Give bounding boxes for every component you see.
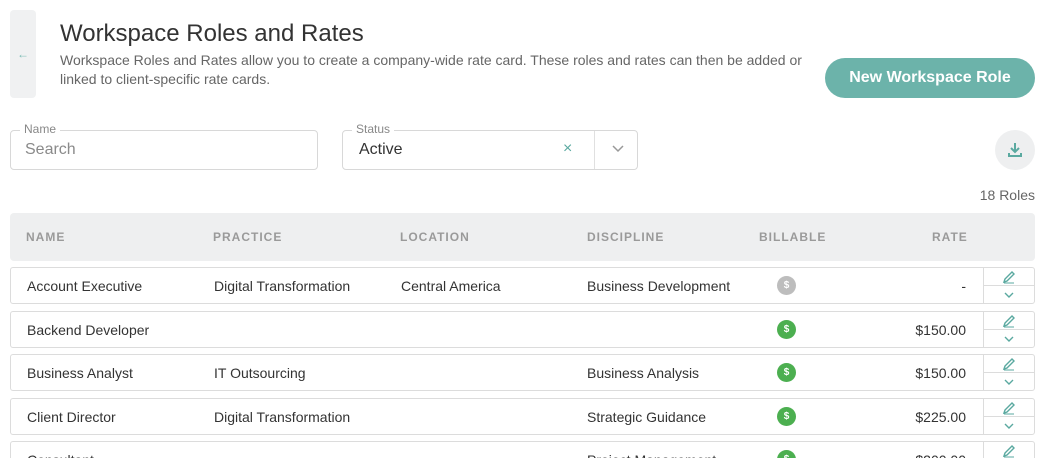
role-practice: IT Outsourcing bbox=[214, 365, 306, 381]
role-practice: Digital Transformation bbox=[214, 278, 351, 294]
chevron-down-icon[interactable] bbox=[1003, 376, 1015, 388]
page-title: Workspace Roles and Rates bbox=[60, 20, 364, 47]
row-actions bbox=[983, 312, 1035, 347]
status-selected-value: Active bbox=[359, 141, 403, 158]
column-header-location[interactable]: LOCATION bbox=[400, 230, 470, 244]
name-filter: Name bbox=[10, 122, 318, 170]
row-actions bbox=[983, 355, 1035, 390]
role-rate: $200.00 bbox=[915, 452, 966, 458]
chevron-down-icon[interactable] bbox=[1003, 289, 1015, 301]
pencil-icon[interactable] bbox=[1002, 357, 1016, 371]
column-header-billable[interactable]: BILLABLE bbox=[759, 230, 826, 244]
back-button[interactable]: ← bbox=[10, 10, 36, 98]
pencil-icon[interactable] bbox=[1002, 270, 1016, 284]
actions-divider bbox=[984, 285, 1035, 286]
download-icon bbox=[1008, 143, 1022, 157]
row-actions bbox=[983, 268, 1035, 303]
role-rate: $225.00 bbox=[915, 409, 966, 425]
actions-divider bbox=[984, 416, 1035, 417]
pencil-icon[interactable] bbox=[1002, 314, 1016, 328]
billable-icon: $ bbox=[777, 407, 796, 426]
role-discipline: Business Analysis bbox=[587, 365, 700, 381]
status-filter[interactable]: Status Active × bbox=[342, 122, 638, 170]
row-actions bbox=[983, 442, 1035, 458]
column-header-discipline[interactable]: DISCIPLINE bbox=[587, 230, 664, 244]
actions-divider bbox=[984, 329, 1035, 330]
role-count: 18 Roles bbox=[979, 187, 1035, 203]
role-name: Backend Developer bbox=[27, 322, 150, 338]
table-row[interactable]: Client Director Digital Transformation Str… bbox=[10, 398, 1035, 435]
table-row[interactable]: Backend Developer $ $150.00 bbox=[10, 311, 1035, 348]
table-row[interactable]: Business Analyst IT Outsourcing Business A… bbox=[10, 354, 1035, 391]
role-rate: - bbox=[961, 278, 966, 294]
role-location: Central America bbox=[401, 278, 501, 294]
role-rate: $150.00 bbox=[915, 322, 966, 338]
role-name: Business Analyst bbox=[27, 365, 133, 381]
actions-divider bbox=[984, 372, 1035, 373]
table-header: NAME PRACTICE LOCATION DISCIPLINE BILLAB… bbox=[10, 213, 1035, 261]
download-button[interactable] bbox=[995, 130, 1035, 170]
status-divider bbox=[594, 131, 595, 169]
role-discipline: Business Development bbox=[587, 278, 731, 294]
clear-icon[interactable]: × bbox=[563, 140, 572, 158]
table-row[interactable]: Consultant Project Management $ $200.00 bbox=[10, 441, 1035, 458]
table-row[interactable]: Account Executive Digital Transformation C… bbox=[10, 267, 1035, 304]
chevron-down-icon[interactable] bbox=[611, 141, 625, 155]
arrow-left-icon: ← bbox=[17, 47, 29, 61]
role-rate: $150.00 bbox=[915, 365, 966, 381]
role-discipline: Strategic Guidance bbox=[587, 409, 707, 425]
status-filter-label: Status bbox=[352, 122, 395, 136]
billable-icon: $ bbox=[777, 276, 796, 295]
billable-icon: $ bbox=[777, 320, 796, 339]
role-name: Consultant bbox=[27, 452, 94, 458]
chevron-down-icon[interactable] bbox=[1003, 420, 1015, 432]
role-practice: Digital Transformation bbox=[214, 409, 351, 425]
page-description: Workspace Roles and Rates allow you to c… bbox=[60, 52, 802, 87]
pencil-icon[interactable] bbox=[1002, 444, 1016, 458]
role-name: Client Director bbox=[27, 409, 116, 425]
pencil-icon[interactable] bbox=[1002, 401, 1016, 415]
row-actions bbox=[983, 399, 1035, 434]
column-header-practice[interactable]: PRACTICE bbox=[213, 230, 282, 244]
name-search-input[interactable] bbox=[25, 139, 305, 161]
column-header-name[interactable]: NAME bbox=[26, 230, 65, 244]
billable-icon: $ bbox=[777, 450, 796, 458]
column-header-rate[interactable]: RATE bbox=[932, 230, 968, 244]
new-workspace-role-button[interactable]: New Workspace Role bbox=[825, 58, 1035, 98]
role-name: Account Executive bbox=[27, 278, 143, 294]
role-discipline: Project Management bbox=[587, 452, 716, 458]
name-filter-label: Name bbox=[20, 122, 61, 136]
billable-icon: $ bbox=[777, 363, 796, 382]
chevron-down-icon[interactable] bbox=[1003, 333, 1015, 345]
